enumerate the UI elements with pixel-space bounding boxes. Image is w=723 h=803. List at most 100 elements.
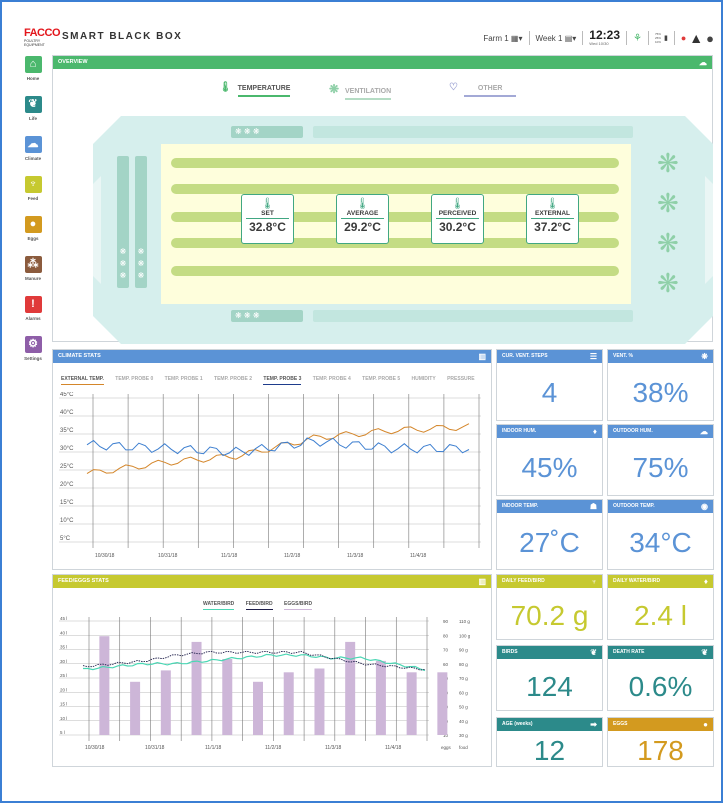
- kpi-header: VENT. % ❋: [608, 350, 713, 363]
- kpi-daily-feed[interactable]: DAILY FEED/BIRD ♆ 70.2 g: [496, 574, 603, 640]
- sidebar-item-label: Life: [28, 116, 37, 121]
- kpi-vent-steps[interactable]: CUR. VENT. STEPS ☰ 4: [496, 349, 603, 421]
- side-inlet-left-2[interactable]: ❋ ❋ ❋: [135, 156, 147, 288]
- tunnel-fan-icon[interactable]: ❋: [657, 230, 679, 256]
- inlet-vent-bottom[interactable]: ❋ ❋ ❋: [231, 310, 303, 322]
- eggs-bar: [222, 659, 233, 735]
- inlet-vent-top[interactable]: ❋ ❋ ❋: [231, 126, 303, 138]
- farm-icon: ▦▾: [510, 33, 523, 43]
- side-menu: ⌂ Home ❦ Life ☁ Climate ♆ Feed ● Eggs ⁂ …: [21, 56, 45, 376]
- sidebar-item-label: Feed: [27, 196, 39, 201]
- kpi-daily-water[interactable]: DAILY WATER/BIRD ♦ 2.4 l: [607, 574, 714, 640]
- alarm-warning-icon[interactable]: ▲: [689, 30, 703, 46]
- plant-icon[interactable]: ⚘: [633, 33, 642, 44]
- sidebar-item-feed[interactable]: ♆ Feed: [21, 176, 45, 216]
- farm-label: Farm 1: [483, 33, 509, 43]
- legend-probe-1[interactable]: TEMP. PROBE 1: [165, 376, 203, 384]
- side-inlet-left[interactable]: ❋ ❋ ❋: [117, 156, 129, 288]
- cloud-icon: ☁: [700, 427, 708, 436]
- user-icon[interactable]: ●: [706, 31, 714, 46]
- tunnel-fan-icon[interactable]: ❋: [657, 270, 679, 296]
- bar-chart-icon[interactable]: ▥: [478, 577, 486, 586]
- legend-probe-5[interactable]: TEMP. PROBE 5: [362, 376, 400, 384]
- x-tick-label: 11/1/18: [205, 745, 222, 751]
- tunnel-fan-icon[interactable]: ❋: [657, 190, 679, 216]
- kpi-value: 4: [541, 377, 558, 408]
- egg-icon: ●: [703, 720, 708, 729]
- stat-average-temp[interactable]: 🌡 AVERAGE 29.2°C: [336, 194, 389, 244]
- steps-icon: ☰: [589, 352, 597, 361]
- kpi-header: OUTDOOR HUM. ☁: [608, 425, 713, 438]
- y-right-tick-label: 60 g: [459, 690, 468, 695]
- stat-external-temp[interactable]: 🌡 EXTERNAL 37.2°C: [526, 194, 579, 244]
- climate-stats-panel: CLIMATE STATS ▥ EXTERNAL TEMP. TEMP. PRO…: [52, 349, 492, 570]
- tunnel-fan-icon[interactable]: ❋: [657, 150, 679, 176]
- kpi-value: 45%: [521, 452, 578, 483]
- bar-chart-icon[interactable]: ▥: [478, 352, 486, 361]
- kpi-outdoor-humidity[interactable]: OUTDOOR HUM. ☁ 75%: [607, 424, 714, 496]
- sidebar-item-settings[interactable]: ⚙ Settings: [21, 336, 45, 376]
- legend-probe-2[interactable]: TEMP. PROBE 2: [214, 376, 252, 384]
- kpi-value: 38%: [632, 377, 689, 408]
- legend-probe-0[interactable]: TEMP. PROBE 0: [115, 376, 153, 384]
- legend-feed-bird[interactable]: FEED/BIRD: [245, 601, 273, 610]
- eggs-bar: [314, 668, 325, 735]
- x-tick-label: 10/31/18: [158, 553, 178, 559]
- x-tick-label: 10/30/18: [95, 553, 115, 559]
- clock: 12:23 Wed 10/30: [589, 29, 620, 46]
- cloud-icon[interactable]: ☁: [699, 58, 707, 67]
- tab-temperature[interactable]: 🌡 TEMPERATURE: [219, 82, 291, 98]
- header-controls: Farm 1 ▦▾ Week 1 ▤▾ 12:23 Wed 10/30 ⚘ 75%…: [483, 28, 714, 48]
- legend-water-bird[interactable]: WATER/BIRD: [203, 601, 235, 610]
- sidebar-item-climate[interactable]: ☁ Climate: [21, 136, 45, 176]
- kpi-indoor-temp[interactable]: INDOOR TEMP. ☗ 27˚C: [496, 499, 603, 570]
- bird-icon: ❦: [24, 96, 42, 113]
- kpi-birds[interactable]: BIRDS ❦ 124: [496, 645, 603, 711]
- farm-selector[interactable]: Farm 1 ▦▾: [483, 34, 522, 43]
- legend-eggs-bird[interactable]: EGGS/BIRD: [284, 601, 313, 610]
- kpi-vent-percent[interactable]: VENT. % ❋ 38%: [607, 349, 714, 421]
- y-mid-tick-label: 70: [443, 648, 449, 653]
- sidebar-item-eggs[interactable]: ● Eggs: [21, 216, 45, 256]
- tab-ventilation[interactable]: ❋ VENTILATION: [329, 82, 392, 100]
- legend-pressure[interactable]: PRESSURE: [447, 376, 475, 384]
- kpi-header: DAILY FEED/BIRD ♆: [497, 575, 602, 588]
- eggs-bar: [160, 670, 171, 735]
- kpi-death-rate[interactable]: DEATH RATE ❦ 0.6%: [607, 645, 714, 711]
- tab-other[interactable]: ♡ OTHER: [449, 82, 517, 98]
- food-axis-label: food: [459, 745, 468, 750]
- stat-set-temp[interactable]: 🌡 SET 32.8°C: [241, 194, 294, 244]
- eggs-bar: [345, 641, 356, 735]
- thermometer-icon: 🌡: [355, 198, 370, 210]
- kpi-age-weeks[interactable]: AGE (weeks) ➡ 12: [496, 717, 603, 767]
- kpi-eggs[interactable]: EGGS ● 178: [607, 717, 714, 767]
- climate-legend: EXTERNAL TEMP. TEMP. PROBE 0 TEMP. PROBE…: [61, 376, 485, 385]
- kpi-indoor-humidity[interactable]: INDOOR HUM. ♦ 45%: [496, 424, 603, 496]
- legend-probe-4[interactable]: TEMP. PROBE 4: [313, 376, 351, 384]
- kpi-value: 178: [637, 735, 684, 766]
- week-selector[interactable]: Week 1 ▤▾: [536, 34, 577, 43]
- sidebar-item-life[interactable]: ❦ Life: [21, 96, 45, 136]
- legend-external-temp[interactable]: EXTERNAL TEMP.: [61, 376, 104, 385]
- legend-humidity[interactable]: HUMIDITY: [412, 376, 436, 384]
- silo-levels[interactable]: 75% 25% 10%: [655, 32, 661, 44]
- stat-label: AVERAGE: [341, 210, 384, 219]
- fan-icon: ❋: [701, 352, 708, 361]
- y-tick-label: 30°C: [60, 446, 74, 452]
- sidebar-item-alarms[interactable]: ! Alarms: [21, 296, 45, 336]
- sidebar-item-home[interactable]: ⌂ Home: [21, 56, 45, 96]
- climate-title: CLIMATE STATS: [58, 353, 101, 359]
- facco-logo[interactable]: FACCO POULTRY EQUIPMENT: [24, 28, 61, 47]
- sidebar-item-manure[interactable]: ⁂ Manure: [21, 256, 45, 296]
- kpi-value: 75%: [632, 452, 689, 483]
- legend-probe-3[interactable]: TEMP. PROBE 3: [263, 376, 302, 385]
- stat-perceived-temp[interactable]: 🌡 PERCEIVED 30.2°C: [431, 194, 484, 244]
- tab-label: VENTILATION: [345, 88, 392, 100]
- kpi-label: EGGS: [613, 721, 628, 727]
- sidebar-item-label: Eggs: [27, 236, 39, 241]
- thermometer-icon: 🌡: [260, 198, 275, 210]
- kpi-outdoor-temp[interactable]: OUTDOOR TEMP. ◉ 34°C: [607, 499, 714, 570]
- y-left-tick-label: 35 l: [60, 645, 67, 650]
- y-tick-label: 5°C: [60, 536, 71, 542]
- notification-icon[interactable]: ●: [681, 33, 686, 43]
